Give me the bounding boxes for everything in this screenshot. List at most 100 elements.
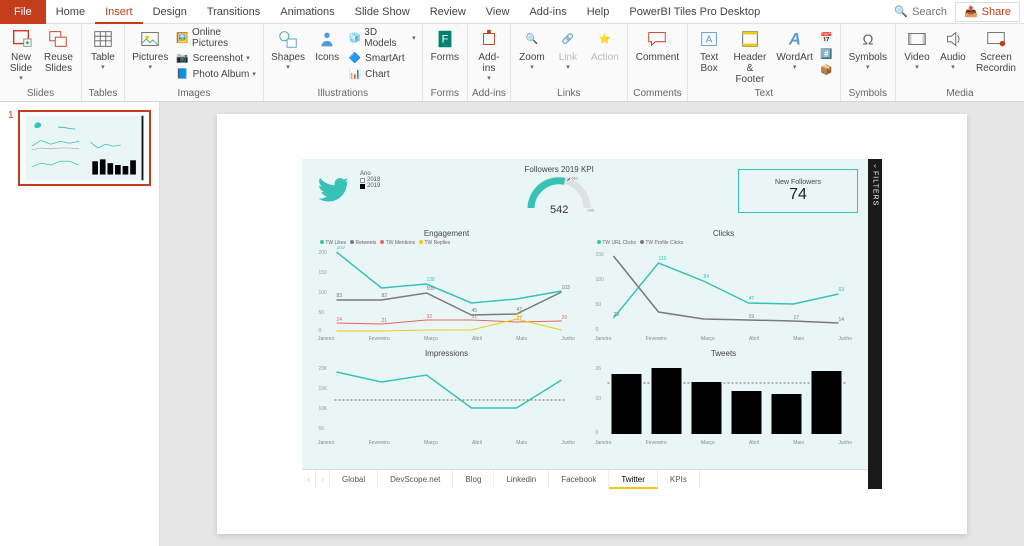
svg-text:10: 10 <box>596 396 602 402</box>
tab-nav-next[interactable]: › <box>316 470 330 489</box>
tab-design[interactable]: Design <box>143 0 197 24</box>
group-symbols: Ω Symbols▾ Symbols <box>841 24 896 101</box>
audio-button[interactable]: Audio▾ <box>936 26 970 73</box>
tab-file[interactable]: File <box>0 0 46 24</box>
group-text: A Text Box Header & Footer A WordArt▾ 📅 … <box>688 24 840 101</box>
textbox-button[interactable]: A Text Box <box>692 26 726 76</box>
tab-home[interactable]: Home <box>46 0 95 24</box>
comment-button[interactable]: Comment <box>632 26 683 65</box>
slide-thumbnail-1[interactable] <box>18 110 151 186</box>
smartart-button[interactable]: 🔷SmartArt <box>346 50 417 66</box>
search-box[interactable]: 🔍 Search <box>894 5 947 18</box>
tab-insert[interactable]: Insert <box>95 0 143 24</box>
svg-text:19: 19 <box>749 314 755 320</box>
svg-text:23: 23 <box>614 312 620 318</box>
tab-powerbi-tiles[interactable]: PowerBI Tiles Pro Desktop <box>619 0 770 24</box>
addins-button[interactable]: Add- ins▾ <box>472 26 506 84</box>
followers-kpi-gauge: Followers 2019 KPI 610 1000 542 <box>388 165 730 223</box>
svg-text:115: 115 <box>659 256 667 262</box>
tab-slideshow[interactable]: Slide Show <box>345 0 420 24</box>
svg-text:32: 32 <box>427 314 433 320</box>
svg-text:21: 21 <box>382 318 388 324</box>
workspace: 1 <box>0 102 1024 546</box>
search-placeholder: Search <box>912 6 947 18</box>
new-slide-button[interactable]: New Slide▾ <box>4 26 38 84</box>
wordart-button[interactable]: A WordArt▾ <box>774 26 816 73</box>
svg-text:23K: 23K <box>319 366 329 372</box>
tab-nav-prev[interactable]: ‹ <box>302 470 316 489</box>
photo-album-button[interactable]: 📘Photo Album ▾ <box>174 66 259 82</box>
svg-text:0: 0 <box>596 327 599 333</box>
svg-text:50: 50 <box>596 302 602 308</box>
svg-text:0: 0 <box>319 328 322 334</box>
svg-text:100: 100 <box>427 286 436 292</box>
icons-button[interactable]: Icons <box>310 26 344 65</box>
symbols-button[interactable]: Ω Symbols▾ <box>845 26 891 73</box>
dtab-linkedin[interactable]: Linkedin <box>494 470 549 489</box>
tab-addins[interactable]: Add-ins <box>519 0 576 24</box>
slide-number: 1 <box>8 110 14 186</box>
clicks-chart: Clicks TW URL Clicks TW Profile Clicks 1… <box>589 229 858 349</box>
dtab-devscope[interactable]: DevScope.net <box>378 470 453 489</box>
forms-button[interactable]: F Forms <box>427 26 463 65</box>
svg-text:F: F <box>441 34 448 46</box>
reuse-slides-button[interactable]: Reuse Slides <box>40 26 77 76</box>
filters-panel-collapsed[interactable]: ‹ FILTERS <box>868 159 882 489</box>
svg-text:50: 50 <box>319 310 325 316</box>
slide-number-button[interactable]: #️⃣ <box>818 46 836 62</box>
pictures-button[interactable]: Pictures▾ <box>129 26 172 73</box>
share-button[interactable]: 📤 Share <box>955 2 1020 22</box>
svg-text:84: 84 <box>704 274 710 280</box>
svg-text:A: A <box>706 35 713 46</box>
svg-text:83: 83 <box>337 293 343 299</box>
3d-models-button[interactable]: 🧊3D Models ▾ <box>346 26 417 50</box>
online-pictures-button[interactable]: 🖼️Online Pictures <box>174 26 259 50</box>
dtab-global[interactable]: Global <box>330 470 378 489</box>
link-button: 🔗 Link▾ <box>551 26 585 73</box>
svg-text:14: 14 <box>839 317 845 323</box>
group-images: Pictures▾ 🖼️Online Pictures 📷Screenshot … <box>125 24 264 101</box>
svg-text:A: A <box>788 31 801 49</box>
svg-text:31: 31 <box>472 314 478 320</box>
dtab-twitter[interactable]: Twitter <box>609 470 658 489</box>
svg-text:26: 26 <box>596 366 602 372</box>
tab-help[interactable]: Help <box>577 0 620 24</box>
search-icon: 🔍 <box>894 5 908 18</box>
engagement-chart: Engagement TW Likes Retweets TW Mentions… <box>312 229 581 349</box>
ribbon: New Slide▾ Reuse Slides Slides Table▾ Ta… <box>0 24 1024 102</box>
svg-text:24: 24 <box>337 317 343 323</box>
tab-view[interactable]: View <box>476 0 520 24</box>
svg-text:209: 209 <box>337 246 346 251</box>
dashboard-page-tabs: ‹ › Global DevScope.net Blog Linkedin Fa… <box>302 469 868 489</box>
dtab-kpis[interactable]: KPIs <box>658 470 700 489</box>
slide-thumbnail-panel: 1 <box>0 102 160 546</box>
object-button[interactable]: 📦 <box>818 62 836 78</box>
tab-review[interactable]: Review <box>420 0 476 24</box>
slide-canvas[interactable]: Ano 2018 2019 Followers 2019 KPI <box>217 114 967 534</box>
svg-text:17: 17 <box>794 315 800 321</box>
svg-text:47: 47 <box>749 296 755 302</box>
chart-button[interactable]: 📊Chart <box>346 66 417 82</box>
screen-recording-button[interactable]: Screen Recordin <box>972 26 1020 76</box>
video-button[interactable]: Video▾ <box>900 26 934 73</box>
date-time-button[interactable]: 📅 <box>818 30 836 46</box>
slide-canvas-area[interactable]: Ano 2018 2019 Followers 2019 KPI <box>160 102 1024 546</box>
svg-text:150: 150 <box>596 252 605 258</box>
dtab-blog[interactable]: Blog <box>453 470 494 489</box>
group-media: Video▾ Audio▾ Screen Recordin Media <box>896 24 1024 101</box>
group-addins: Add- ins▾ Add-ins <box>468 24 511 101</box>
tab-transitions[interactable]: Transitions <box>197 0 270 24</box>
svg-text:10K: 10K <box>319 406 329 412</box>
powerbi-dashboard: Ano 2018 2019 Followers 2019 KPI <box>302 159 882 489</box>
svg-text:29: 29 <box>562 315 568 321</box>
screenshot-button[interactable]: 📷Screenshot ▾ <box>174 50 259 66</box>
group-forms: F Forms Forms <box>423 24 468 101</box>
table-button[interactable]: Table▾ <box>86 26 120 73</box>
group-links: 🔍 Zoom▾ 🔗 Link▾ ⭐ Action Links <box>511 24 628 101</box>
shapes-button[interactable]: Shapes▾ <box>268 26 308 73</box>
svg-text:150: 150 <box>319 270 328 276</box>
dtab-facebook[interactable]: Facebook <box>549 470 609 489</box>
tab-animations[interactable]: Animations <box>270 0 344 24</box>
zoom-button[interactable]: 🔍 Zoom▾ <box>515 26 549 73</box>
header-footer-button[interactable]: Header & Footer <box>728 26 772 87</box>
